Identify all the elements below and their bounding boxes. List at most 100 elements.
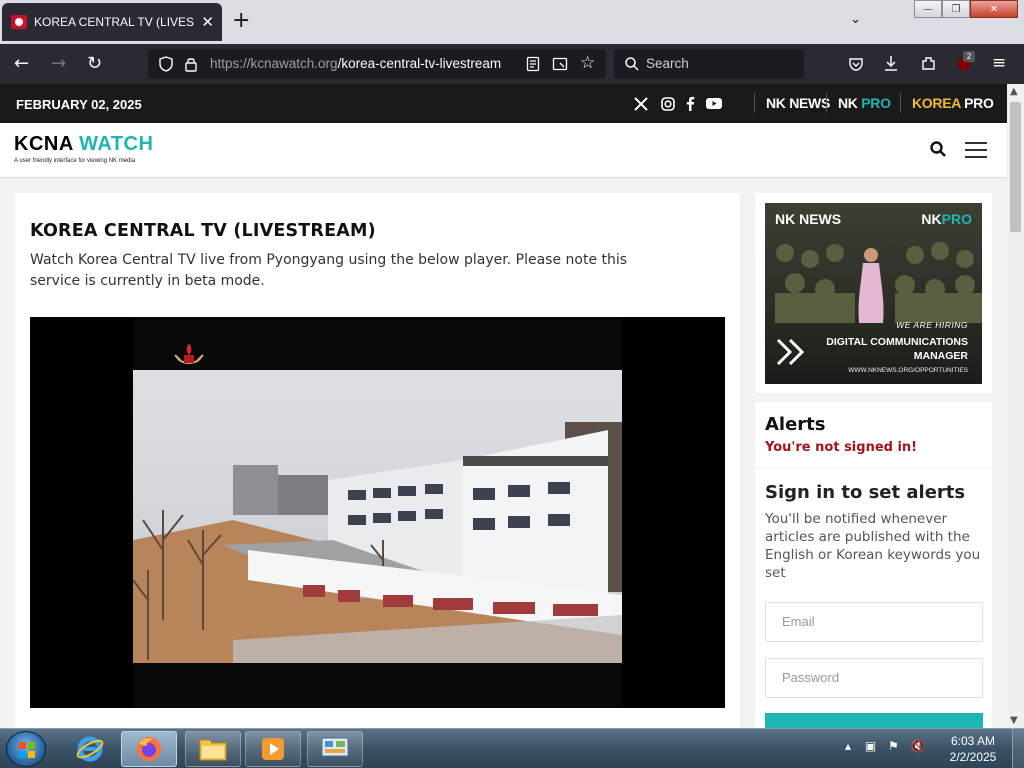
scroll-up-arrow-icon[interactable]: ▲ bbox=[1010, 86, 1018, 97]
scroll-down-arrow-icon[interactable]: ▼ bbox=[1010, 715, 1018, 726]
start-button[interactable] bbox=[6, 731, 46, 767]
page-title: KOREA CENTRAL TV (LIVESTREAM) bbox=[30, 221, 376, 241]
browser-nav-bar: ← → ↻ https://kcnawatch.org/korea-centra… bbox=[0, 44, 1024, 84]
url-text[interactable]: https://kcnawatch.org/korea-central-tv-l… bbox=[210, 56, 514, 71]
tab-title: KOREA CENTRAL TV (LIVESTREAM) bbox=[34, 15, 194, 29]
windows-taskbar: ▴ ▣ ⚑ 🔇 6:03 AM 2/2/2025 bbox=[0, 728, 1024, 768]
action-center-flag-icon[interactable]: ⚑ bbox=[888, 739, 899, 753]
video-player[interactable] bbox=[30, 317, 725, 708]
taskbar-control-panel[interactable] bbox=[307, 731, 363, 767]
signin-status: You're not signed in! bbox=[765, 440, 918, 455]
control-panel-icon bbox=[321, 737, 349, 757]
x-twitter-icon[interactable] bbox=[634, 97, 648, 111]
media-player-icon bbox=[262, 738, 284, 760]
ad-role-line-1: DIGITAL COMMUNICATIONS bbox=[826, 336, 968, 348]
youtube-icon[interactable] bbox=[706, 97, 722, 110]
divider bbox=[754, 93, 755, 113]
video-frame bbox=[133, 317, 622, 708]
site-search-icon[interactable] bbox=[929, 140, 947, 158]
nknews-hiring-ad[interactable]: NK NEWS NKPRO WE ARE HIRING DIGITAL COMM… bbox=[765, 203, 982, 384]
logo-kcna: KCNA bbox=[14, 133, 80, 155]
show-hidden-icons-icon[interactable]: ▴ bbox=[845, 739, 851, 753]
search-placeholder: Search bbox=[646, 56, 689, 71]
signin-description: You'll be notified whenever articles are… bbox=[765, 511, 981, 581]
page-viewport: FEBRUARY 02, 2025 NK NEWS NK PRO KOREA P… bbox=[0, 84, 1007, 728]
system-tray: ▴ ▣ ⚑ 🔇 bbox=[845, 739, 926, 753]
forward-arrow-icon[interactable]: → bbox=[51, 52, 66, 76]
north-korea-flag-icon bbox=[11, 15, 27, 29]
bookmark-star-icon[interactable]: ☆ bbox=[580, 53, 595, 73]
list-all-tabs-icon[interactable]: ⌄ bbox=[850, 12, 861, 27]
browser-tab-active[interactable]: KOREA CENTRAL TV (LIVESTREAM) ✕ bbox=[2, 3, 222, 41]
volume-muted-icon[interactable]: 🔇 bbox=[911, 739, 926, 753]
email-field[interactable]: Email bbox=[765, 602, 983, 642]
url-bar[interactable]: https://kcnawatch.org/korea-central-tv-l… bbox=[148, 49, 606, 79]
site-tagline: A user friendly interface for viewing NK… bbox=[14, 158, 136, 164]
ad-nkpro-prefix: NK bbox=[921, 211, 942, 227]
taskbar-clock[interactable]: 6:03 AM 2/2/2025 bbox=[942, 733, 1004, 765]
taskbar-internet-explorer[interactable] bbox=[62, 731, 118, 767]
ad-role-line-2: MANAGER bbox=[913, 350, 968, 362]
internet-explorer-icon bbox=[76, 736, 104, 762]
menu-icon[interactable]: ≡ bbox=[992, 53, 1006, 73]
nkpro-link[interactable]: NK PRO bbox=[838, 95, 891, 111]
sidebar-ad-card: NK NEWS NKPRO WE ARE HIRING DIGITAL COMM… bbox=[755, 193, 992, 393]
nkpro-prefix: NK bbox=[838, 95, 862, 111]
divider bbox=[826, 93, 827, 113]
extension-badge: 2 bbox=[963, 51, 975, 62]
search-icon bbox=[625, 57, 639, 71]
nkpro-suffix: PRO bbox=[861, 95, 891, 111]
reader-view-icon[interactable] bbox=[526, 56, 540, 72]
koreapro-suffix: PRO bbox=[964, 95, 994, 111]
taskbar-media-player[interactable] bbox=[245, 731, 301, 767]
article-card: KOREA CENTRAL TV (LIVESTREAM) Watch Kore… bbox=[15, 193, 740, 728]
downloads-icon[interactable] bbox=[883, 55, 899, 73]
lock-icon[interactable] bbox=[184, 56, 198, 72]
clock-date: 2/2/2025 bbox=[949, 750, 997, 764]
close-window-button[interactable]: ✕ bbox=[970, 0, 1018, 18]
hamburger-menu-icon[interactable] bbox=[965, 142, 987, 163]
kcna-watch-logo[interactable]: KCNA WATCH bbox=[14, 133, 153, 156]
ad-role-text: DIGITAL COMMUNICATIONS MANAGER bbox=[826, 335, 968, 363]
screenshot-icon[interactable] bbox=[552, 56, 568, 72]
search-bar[interactable]: Search bbox=[614, 49, 804, 79]
ad-hiring-text: WE ARE HIRING bbox=[896, 320, 968, 330]
scrollbar-thumb[interactable] bbox=[1010, 102, 1021, 232]
page-description: Watch Korea Central TV live from Pyongya… bbox=[30, 252, 628, 289]
window-controls: — ❐ ✕ bbox=[914, 0, 1018, 18]
show-desktop-button[interactable] bbox=[1012, 729, 1024, 768]
taskbar-firefox[interactable] bbox=[121, 731, 177, 767]
ad-nkpro-suffix: PRO bbox=[941, 211, 972, 227]
taskbar-file-explorer[interactable] bbox=[185, 731, 241, 767]
soldiers-crowd-image bbox=[775, 242, 982, 323]
instagram-icon[interactable] bbox=[661, 97, 675, 111]
network-icon[interactable]: ▣ bbox=[865, 739, 876, 753]
folder-icon bbox=[199, 739, 227, 761]
close-tab-icon[interactable]: ✕ bbox=[201, 13, 214, 31]
page-scrollbar[interactable]: ▲ ▼ bbox=[1007, 84, 1024, 728]
minimize-button[interactable]: — bbox=[914, 0, 942, 18]
reload-icon[interactable]: ↻ bbox=[87, 52, 102, 76]
back-arrow-icon[interactable]: ← bbox=[14, 52, 29, 76]
new-tab-button[interactable]: + bbox=[232, 10, 250, 32]
factory-scene-image bbox=[133, 370, 622, 663]
koreapro-prefix: KOREA bbox=[912, 95, 965, 111]
signin-title: Sign in to set alerts bbox=[765, 482, 966, 503]
koreapro-link[interactable]: KOREA PRO bbox=[912, 95, 994, 111]
browser-tab-bar: KOREA CENTRAL TV (LIVESTREAM) ✕ + ⌄ — ❐ … bbox=[0, 0, 1024, 44]
alerts-title: Alerts bbox=[765, 414, 826, 435]
shield-icon[interactable] bbox=[158, 56, 174, 72]
nknews-link[interactable]: NK NEWS bbox=[766, 95, 830, 111]
site-top-strip: FEBRUARY 02, 2025 NK NEWS NK PRO KOREA P… bbox=[0, 84, 1007, 123]
double-chevron-icon bbox=[776, 338, 805, 366]
password-field[interactable]: Password bbox=[765, 658, 983, 698]
firefox-icon bbox=[137, 737, 161, 761]
facebook-icon[interactable] bbox=[685, 96, 695, 111]
divider bbox=[755, 468, 992, 469]
restore-button[interactable]: ❐ bbox=[942, 0, 970, 18]
windows-logo-icon bbox=[19, 742, 35, 758]
pocket-icon[interactable] bbox=[848, 56, 864, 72]
alerts-card: Alerts You're not signed in! Sign in to … bbox=[755, 402, 992, 728]
signin-submit-button[interactable] bbox=[765, 713, 983, 728]
extensions-icon[interactable] bbox=[920, 55, 937, 72]
